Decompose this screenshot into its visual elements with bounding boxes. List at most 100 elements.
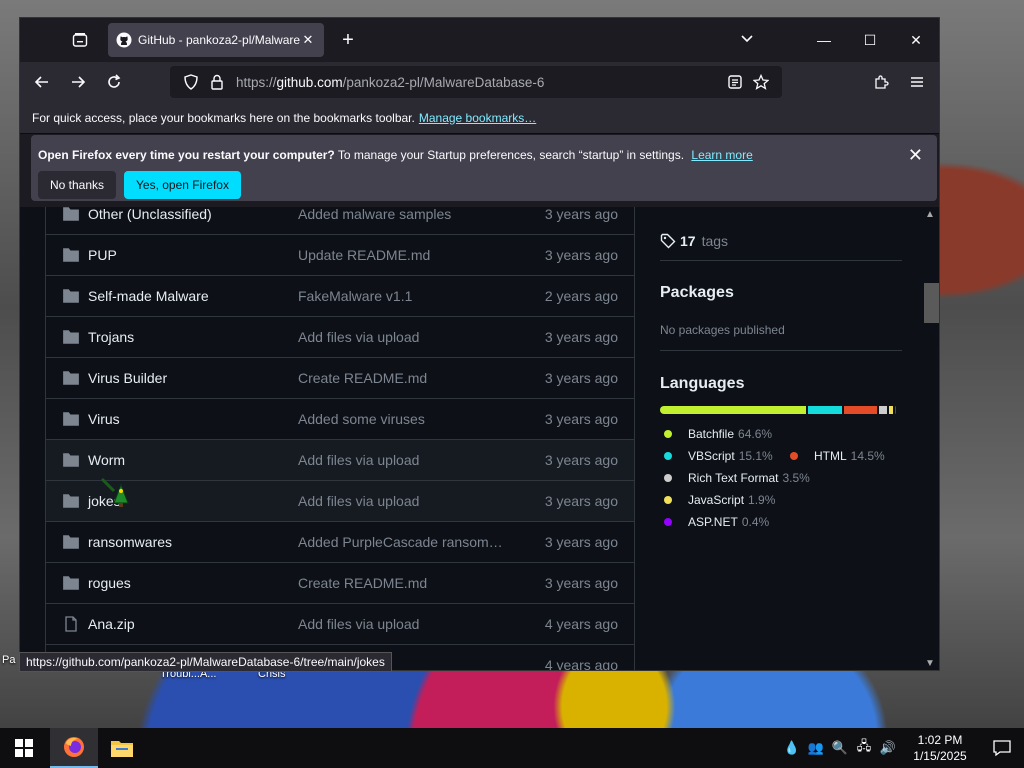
file-name[interactable]: Other (Unclassified): [88, 207, 298, 222]
file-name[interactable]: Ana.zip: [88, 616, 298, 632]
file-name[interactable]: Virus: [88, 411, 298, 427]
language-item[interactable]: Batchfile 64.6%: [664, 427, 772, 441]
divider: [660, 350, 902, 351]
reload-icon[interactable]: [96, 66, 132, 98]
language-item[interactable]: JavaScript 1.9%: [664, 493, 775, 507]
bookmark-star-icon[interactable]: [748, 74, 774, 90]
language-item[interactable]: Rich Text Format 3.5%: [664, 471, 810, 485]
folder-icon: [62, 247, 80, 263]
lock-icon[interactable]: [204, 74, 230, 90]
file-name[interactable]: Worm: [88, 452, 298, 468]
language-bar-segment[interactable]: [844, 406, 877, 414]
commit-message[interactable]: Add files via upload: [298, 452, 533, 468]
table-row[interactable]: Trojans Add files via upload 3 years ago: [46, 316, 634, 357]
scroll-thumb[interactable]: [924, 283, 939, 323]
nav-bar: https://github.com/pankoza2-pl/MalwareDa…: [20, 62, 939, 102]
new-tab-button[interactable]: +: [332, 24, 364, 56]
commit-date: 3 years ago: [544, 329, 618, 345]
tab-close-icon[interactable]: ✕: [300, 32, 316, 48]
github-icon: [116, 32, 132, 48]
table-row[interactable]: ransomwares Added PurpleCascade ransom… 3 …: [46, 521, 634, 562]
packages-title[interactable]: Packages: [660, 284, 734, 302]
clock[interactable]: 1:02 PM 1/15/2025: [900, 732, 980, 764]
commit-message[interactable]: Create README.md: [298, 575, 533, 591]
scroll-up-icon[interactable]: ▲: [925, 209, 935, 220]
people-icon[interactable]: 👥: [804, 740, 828, 756]
table-row[interactable]: Other (Unclassified) Added malware sample…: [46, 207, 634, 234]
no-thanks-button[interactable]: No thanks: [38, 171, 117, 199]
file-name[interactable]: Self-made Malware: [88, 288, 298, 304]
tracking-protection-icon[interactable]: [178, 74, 204, 90]
forward-icon[interactable]: [60, 66, 96, 98]
commit-message[interactable]: Add files via upload: [298, 493, 533, 509]
language-dot: [664, 430, 672, 438]
close-window-icon[interactable]: ✕: [893, 18, 939, 62]
close-notification-icon[interactable]: ✕: [908, 145, 923, 166]
file-name[interactable]: rogues: [88, 575, 298, 591]
language-item[interactable]: ASP.NET 0.4%: [664, 515, 769, 529]
language-percent: 0.4%: [741, 515, 770, 529]
action-center-icon[interactable]: [980, 739, 1024, 757]
tab-github[interactable]: GitHub - pankoza2-pl/Malware[ ✕: [108, 23, 324, 57]
table-row[interactable]: Ana.zip Add files via upload 4 years ago: [46, 603, 634, 644]
table-row[interactable]: jokes Add files via upload 3 years ago: [46, 480, 634, 521]
network-icon[interactable]: 🖧: [852, 737, 876, 759]
table-row[interactable]: PUP Update README.md 3 years ago: [46, 234, 634, 275]
learn-more-link[interactable]: Learn more: [691, 148, 752, 162]
github-page: Other (Unclassified) Added malware sample…: [20, 207, 939, 670]
language-bar-segment[interactable]: [808, 406, 843, 414]
commit-message[interactable]: Added some viruses: [298, 411, 533, 427]
table-row[interactable]: Self-made Malware FakeMalware v1.1 2 years…: [46, 275, 634, 316]
language-item[interactable]: VBScript 15.1%: [664, 449, 773, 463]
taskbar-file-explorer[interactable]: [98, 728, 146, 768]
url-host: github.com: [276, 74, 343, 90]
language-bar-segment[interactable]: [895, 406, 896, 414]
table-row[interactable]: Virus Added some viruses 3 years ago: [46, 398, 634, 439]
language-item[interactable]: HTML 14.5%: [790, 449, 885, 463]
commit-message[interactable]: Add files via upload: [298, 616, 533, 632]
commit-message[interactable]: Add files via upload: [298, 329, 533, 345]
language-dot: [664, 518, 672, 526]
reader-view-icon[interactable]: [722, 74, 748, 90]
table-row[interactable]: Virus Builder Create README.md 3 years ago: [46, 357, 634, 398]
file-name[interactable]: Trojans: [88, 329, 298, 345]
volume-icon[interactable]: 🔊: [876, 740, 900, 756]
tags-link[interactable]: 17 tags: [660, 233, 728, 249]
url-text[interactable]: https://github.com/pankoza2-pl/MalwareDa…: [236, 75, 722, 90]
commit-message[interactable]: FakeMalware v1.1: [298, 288, 533, 304]
language-bar-segment[interactable]: [660, 406, 807, 414]
folder-icon: [62, 207, 80, 222]
commit-message[interactable]: Added malware samples: [298, 207, 533, 222]
file-name[interactable]: Virus Builder: [88, 370, 298, 386]
language-bar-segment[interactable]: [878, 406, 887, 414]
scroll-down-icon[interactable]: ▼: [925, 658, 935, 669]
taskbar-firefox[interactable]: [50, 728, 98, 768]
back-icon[interactable]: [24, 66, 60, 98]
file-name[interactable]: PUP: [88, 247, 298, 263]
bookmarks-hint: For quick access, place your bookmarks h…: [32, 110, 415, 125]
extensions-icon[interactable]: [863, 66, 899, 98]
yes-open-firefox-button[interactable]: Yes, open Firefox: [124, 171, 241, 199]
firefox-view-icon[interactable]: [60, 24, 100, 56]
file-name[interactable]: ransomwares: [88, 534, 298, 550]
search-tool-icon[interactable]: 🔍: [828, 740, 852, 756]
page-scrollbar[interactable]: ▲ ▼: [921, 207, 939, 670]
table-row[interactable]: Worm Add files via upload 3 years ago: [46, 439, 634, 480]
commit-message[interactable]: Added PurpleCascade ransom…: [298, 534, 533, 550]
language-percent: 14.5%: [850, 449, 885, 463]
table-row[interactable]: rogues Create README.md 3 years ago: [46, 562, 634, 603]
commit-message[interactable]: Create README.md: [298, 370, 533, 386]
maximize-icon[interactable]: ☐: [847, 18, 893, 62]
droplet-icon[interactable]: 💧: [780, 740, 804, 756]
url-bar[interactable]: https://github.com/pankoza2-pl/MalwareDa…: [170, 66, 782, 98]
menu-icon[interactable]: [899, 66, 935, 98]
packages-note: No packages published: [660, 323, 785, 337]
desktop-label-3[interactable]: Pa: [2, 654, 15, 666]
list-all-tabs-icon[interactable]: [739, 30, 755, 51]
language-bar-segment[interactable]: [888, 406, 894, 414]
start-button[interactable]: [0, 728, 48, 768]
minimize-icon[interactable]: —: [801, 18, 847, 62]
manage-bookmarks-link[interactable]: Manage bookmarks…: [419, 111, 536, 125]
language-dot: [664, 452, 672, 460]
commit-message[interactable]: Update README.md: [298, 247, 533, 263]
